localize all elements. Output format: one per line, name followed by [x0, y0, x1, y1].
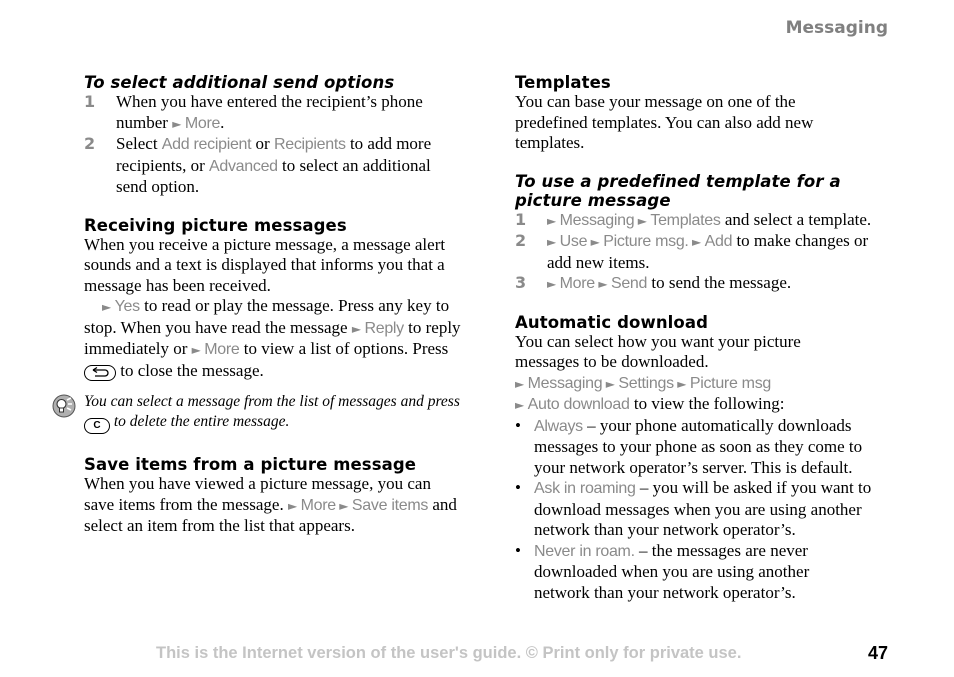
- menu-ref-add-recipient: Add recipient: [161, 136, 252, 153]
- arrow-icon: ►: [637, 213, 647, 228]
- templates-text: You can base your message on one of the …: [515, 92, 814, 152]
- arrow-icon: ►: [191, 343, 201, 357]
- menu-ref-add: Add: [704, 233, 733, 250]
- receiving-instructions: ► Yes to read or play the message. Press…: [84, 296, 464, 381]
- arrow-icon: ►: [677, 376, 687, 391]
- arrow-icon: ►: [515, 376, 525, 391]
- body-text: to view a list of options. Press: [239, 339, 449, 358]
- footer-notice: This is the Internet version of the user…: [156, 644, 742, 662]
- auto-download-path-2: ► Auto download to view the following:: [515, 394, 895, 416]
- menu-ref-more: More: [184, 114, 221, 132]
- step-text: to send the message.: [647, 273, 792, 292]
- arrow-icon: ►: [515, 398, 525, 412]
- menu-ref-advanced: Advanced: [209, 157, 278, 175]
- menu-ref-more: More: [559, 275, 596, 292]
- list-item: • Ask in roaming – you will be asked if …: [515, 478, 895, 541]
- arrow-icon: ►: [691, 235, 702, 249]
- step-item: 2 ► Use ► Picture msg. ► Add to make cha…: [515, 231, 895, 273]
- arrow-icon: ►: [287, 498, 298, 513]
- right-column: Templates You can base your message on o…: [515, 73, 895, 603]
- step-number: 2: [84, 134, 96, 153]
- tip-note: You can select a message from the list o…: [52, 392, 472, 434]
- step-text: and select a template.: [720, 209, 872, 229]
- tip-text-part: to delete the entire message.: [110, 412, 290, 430]
- use-template-heading: To use a predefined template for a pictu…: [515, 171, 841, 210]
- download-options-list: • Always – your phone automatically down…: [515, 416, 895, 604]
- back-key-icon: [84, 364, 116, 381]
- step-number: 2: [515, 231, 527, 250]
- arrow-icon: ►: [102, 300, 112, 314]
- page-number: 47: [867, 643, 888, 663]
- step-number: 1: [84, 92, 96, 111]
- menu-ref-yes: Yes: [114, 298, 141, 315]
- option-ask-in-roaming: Ask in roaming: [534, 480, 636, 497]
- chapter-header: Messaging: [785, 18, 888, 38]
- arrow-icon: ►: [172, 116, 182, 131]
- tip-text: You can select a message from the list o…: [52, 392, 472, 434]
- send-options-heading: To select additional send options: [84, 73, 395, 92]
- arrow-icon: ►: [547, 213, 557, 228]
- receiving-intro: When you receive a picture message, a me…: [84, 234, 446, 295]
- arrow-icon: ►: [351, 321, 362, 336]
- step-number: 3: [515, 273, 527, 292]
- save-items-section: Save items from a picture message When y…: [84, 455, 464, 537]
- auto-download-path: ► Messaging ► Settings ► Picture msg: [515, 373, 895, 395]
- save-items-text: When you have viewed a picture message, …: [84, 474, 464, 537]
- menu-ref-settings: Settings: [618, 374, 674, 392]
- auto-download-heading: Automatic download: [515, 312, 709, 332]
- arrow-icon: ►: [598, 277, 608, 291]
- templates-heading: Templates: [515, 73, 611, 92]
- receiving-heading: Receiving picture messages: [84, 215, 347, 235]
- menu-ref-messaging: Messaging: [559, 211, 635, 229]
- arrow-icon: ►: [547, 235, 557, 249]
- step-text: Select: [116, 134, 162, 153]
- menu-ref-auto-download: Auto download: [527, 396, 630, 413]
- arrow-icon: ►: [339, 498, 349, 513]
- step-text: When you have entered the recipient’s ph…: [116, 92, 423, 132]
- menu-ref-picture-msg: Picture msg.: [603, 233, 689, 250]
- auto-download-intro: You can select how you want your picture…: [515, 331, 801, 372]
- menu-ref-save-items: Save items: [351, 496, 429, 514]
- list-item: • Never in roam. – the messages are neve…: [515, 541, 895, 604]
- menu-ref-reply: Reply: [364, 319, 404, 337]
- save-items-heading: Save items from a picture message: [84, 455, 417, 474]
- use-template-steps: 1 ► Messaging ► Templates and select a t…: [515, 210, 895, 295]
- step-item: 1 When you have entered the recipient’s …: [84, 92, 464, 134]
- option-never-in-roam: Never in roam.: [534, 542, 635, 560]
- menu-ref-messaging: Messaging: [527, 374, 603, 392]
- send-options-steps: 1 When you have entered the recipient’s …: [84, 92, 464, 198]
- body-text: to close the message.: [116, 360, 264, 380]
- list-item: • Always – your phone automatically down…: [515, 416, 895, 479]
- lightbulb-tip-icon: [52, 394, 76, 418]
- step-number: 1: [515, 209, 527, 229]
- step-item: 2 Select Add recipient or Recipients to …: [84, 134, 464, 198]
- bullet-icon: •: [515, 540, 521, 560]
- menu-ref-use: Use: [559, 233, 588, 250]
- arrow-icon: ►: [590, 235, 600, 249]
- step-item: 3 ► More ► Send to send the message.: [515, 273, 895, 295]
- option-description: – your phone automatically downloads mes…: [534, 415, 863, 477]
- step-item: 1 ► Messaging ► Templates and select a t…: [515, 210, 895, 232]
- menu-ref-picture-msg: Picture msg: [689, 374, 772, 392]
- step-text: .: [220, 112, 225, 132]
- menu-ref-more: More: [300, 496, 337, 514]
- arrow-icon: ►: [605, 376, 615, 391]
- body-text: to view the following:: [629, 394, 785, 413]
- step-text: or: [251, 134, 274, 153]
- menu-ref-more: More: [204, 341, 240, 358]
- menu-ref-recipients: Recipients: [273, 136, 346, 153]
- tip-text-part: You can select a message from the list o…: [84, 393, 460, 410]
- menu-ref-send: Send: [610, 275, 648, 292]
- left-column: To select additional send options 1 When…: [84, 73, 464, 381]
- option-always: Always: [534, 417, 583, 435]
- arrow-icon: ►: [547, 277, 557, 291]
- bullet-icon: •: [515, 415, 521, 435]
- menu-ref-templates: Templates: [650, 211, 721, 229]
- bullet-icon: •: [515, 478, 521, 497]
- c-key-icon: C: [84, 417, 110, 434]
